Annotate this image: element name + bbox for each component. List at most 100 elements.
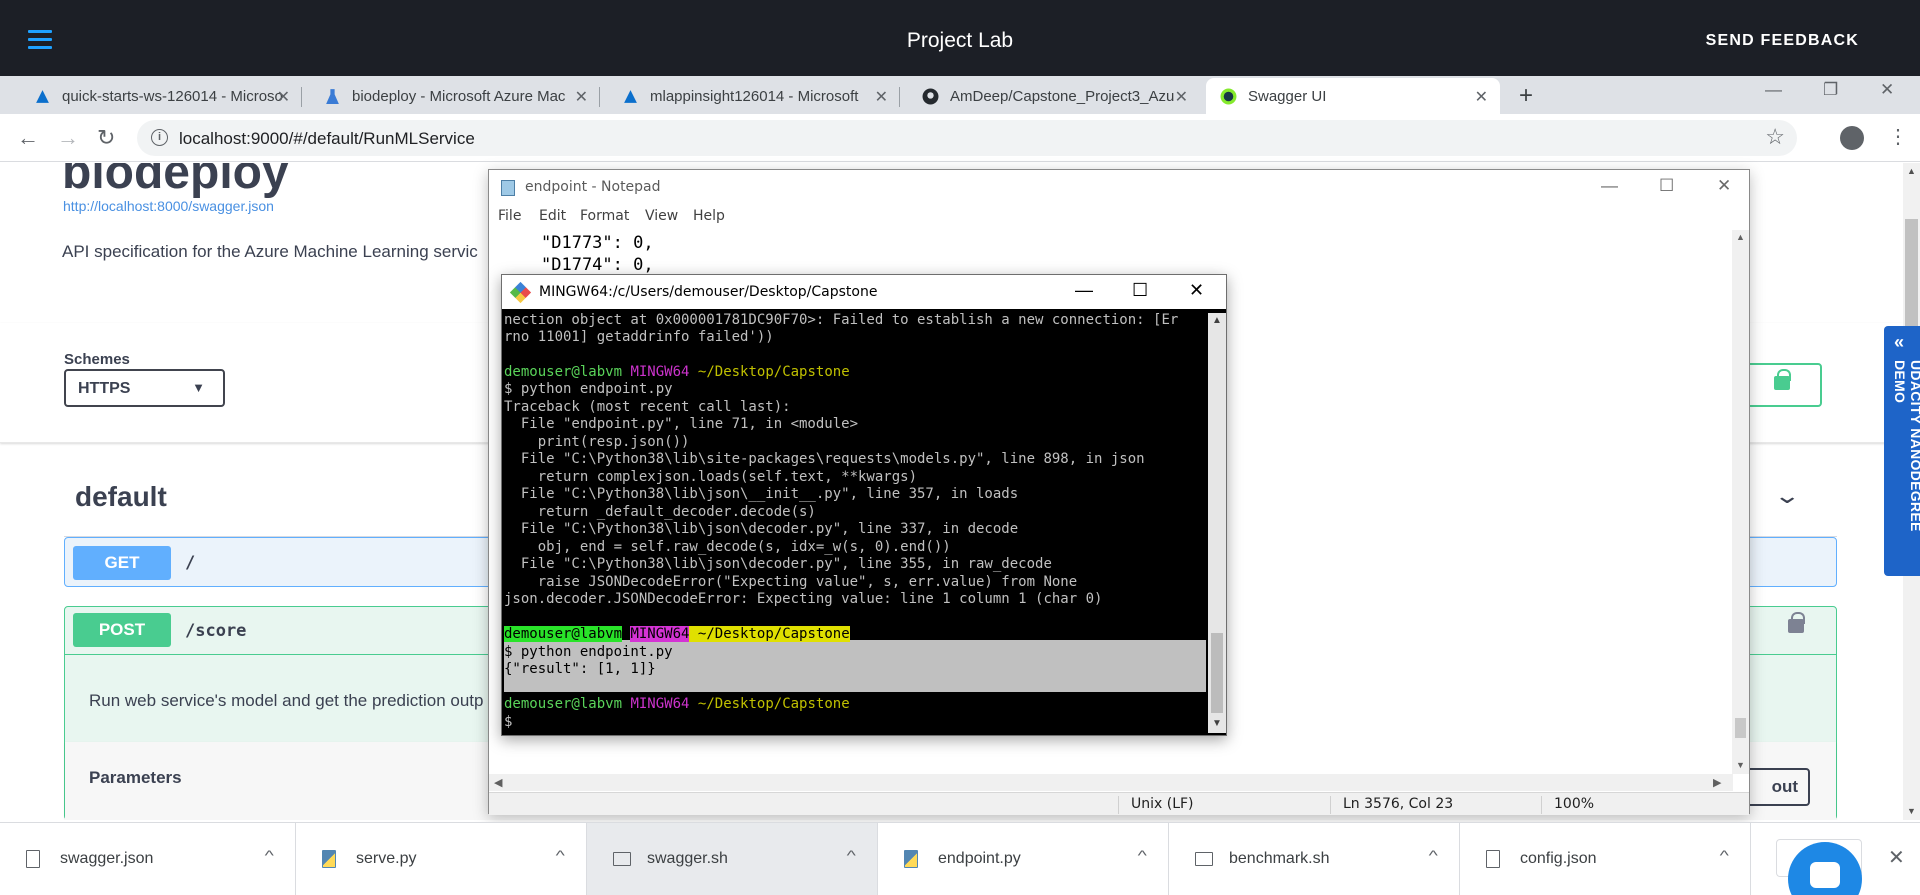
download-item-serve-py[interactable]: serve.py ^	[296, 823, 587, 895]
terminal-line: File "C:\Python38\lib\json\__init__.py",…	[504, 486, 1019, 502]
lock-icon[interactable]	[1788, 612, 1805, 633]
terminal-line: obj, end = self.raw_decode(s, idx=_w(s, …	[504, 539, 951, 555]
terminal-line: json.decoder.JSONDecodeError: Expecting …	[504, 591, 1103, 607]
download-item-benchmark-sh[interactable]: benchmark.sh ^	[1169, 823, 1460, 895]
menu-edit[interactable]: Edit	[539, 208, 566, 224]
swagger-json-link[interactable]: http://localhost:8000/swagger.json	[63, 198, 274, 214]
notepad-menubar: File Edit Format View Help	[489, 204, 1749, 230]
terminal-result: {"result": [1, 1]}	[504, 661, 656, 677]
github-icon	[922, 88, 939, 104]
back-arrow-icon[interactable]: ←	[17, 125, 39, 151]
window-title: MINGW64:/c/Users/demouser/Desktop/Capsto…	[539, 284, 878, 300]
close-icon[interactable]: ✕	[1175, 87, 1188, 107]
download-item-endpoint-py[interactable]: endpoint.py ^	[878, 823, 1169, 895]
scroll-right-arrow-icon[interactable]: ▶	[1713, 776, 1721, 789]
scroll-down-arrow-icon[interactable]: ▼	[1736, 760, 1745, 770]
close-icon[interactable]: ✕	[1880, 80, 1894, 100]
close-icon[interactable]: ✕	[575, 87, 588, 107]
close-icon[interactable]: ✕	[277, 87, 290, 107]
chevron-up-icon[interactable]: ^	[556, 847, 565, 863]
menu-file[interactable]: File	[498, 208, 521, 224]
close-icon[interactable]: ✕	[1888, 845, 1905, 870]
tab-quick-starts[interactable]: quick-starts-ws-126014 - Microso ✕	[20, 78, 302, 114]
terminal-command: $ python endpoint.py	[504, 644, 673, 660]
tab-swagger-ui[interactable]: Swagger UI ✕	[1206, 78, 1500, 114]
url-text[interactable]: localhost:9000/#/default/RunMLService	[179, 129, 475, 149]
minimize-icon[interactable]: —	[1765, 80, 1782, 100]
download-item-swagger-json[interactable]: swagger.json ^	[0, 823, 296, 895]
close-icon[interactable]: ✕	[1475, 87, 1488, 107]
menu-format[interactable]: Format	[580, 208, 629, 224]
bookmark-star-icon[interactable]: ☆	[1765, 124, 1785, 150]
tab-biodeploy[interactable]: biodeploy - Microsoft Azure Mac ✕	[310, 78, 600, 114]
terminal-prompt: demouser@labvm MINGW64 ~/Desktop/Capston…	[504, 696, 850, 712]
restore-icon[interactable]: ❐	[1823, 80, 1838, 100]
info-icon[interactable]: i	[151, 129, 168, 146]
maximize-icon[interactable]: ☐	[1132, 280, 1148, 301]
scroll-up-arrow-icon[interactable]: ▲	[1212, 315, 1222, 326]
reload-icon[interactable]: ↻	[97, 125, 115, 151]
text-line: "D1773": 0,	[541, 233, 654, 253]
send-feedback-button[interactable]: SEND FEEDBACK	[1706, 32, 1859, 50]
chevron-down-icon: ▼	[192, 380, 205, 395]
azure-ml-icon	[624, 89, 637, 103]
chevron-down-icon[interactable]: ⌄	[1773, 483, 1801, 509]
close-icon[interactable]: ✕	[1717, 176, 1731, 196]
downloads-shelf: swagger.json ^ serve.py ^ swagger.sh ^ e…	[0, 822, 1920, 895]
minimize-icon[interactable]: —	[1075, 280, 1093, 301]
close-icon[interactable]: ✕	[1189, 280, 1204, 301]
forward-arrow-icon[interactable]: →	[57, 125, 79, 151]
terminal-scrollbar[interactable]: ▲ ▼	[1208, 313, 1226, 733]
schemes-select[interactable]: HTTPS ▼	[64, 369, 225, 407]
api-title: biodeploy	[62, 163, 289, 199]
scrollbar-thumb[interactable]	[1735, 718, 1746, 738]
terminal-titlebar[interactable]: MINGW64:/c/Users/demouser/Desktop/Capsto…	[502, 275, 1226, 309]
tab-github-capstone[interactable]: AmDeep/Capstone_Project3_Azu ✕	[908, 78, 1200, 114]
menu-view[interactable]: View	[645, 208, 678, 224]
chevron-up-icon[interactable]: ^	[1720, 847, 1729, 863]
maximize-icon[interactable]: ☐	[1659, 176, 1674, 196]
notepad-horizontal-scrollbar[interactable]: ◀ ▶	[489, 774, 1733, 791]
script-file-icon	[613, 852, 631, 866]
scroll-left-arrow-icon[interactable]: ◀	[494, 776, 502, 789]
schemes-label: Schemes	[64, 351, 130, 368]
python-file-icon	[322, 850, 336, 868]
terminal-line: File "C:\Python38\lib\site-packages\requ…	[504, 451, 1145, 467]
chevron-up-icon[interactable]: ^	[1429, 847, 1438, 863]
download-item-swagger-sh[interactable]: swagger.sh ^	[587, 823, 878, 895]
minimize-icon[interactable]: —	[1601, 176, 1618, 196]
section-default-title[interactable]: default	[75, 481, 167, 513]
notepad-titlebar[interactable]: endpoint - Notepad — ☐ ✕	[489, 170, 1749, 204]
scroll-up-arrow-icon[interactable]: ▲	[1907, 166, 1916, 176]
method-badge-post: POST	[73, 613, 171, 647]
scroll-down-arrow-icon[interactable]: ▼	[1212, 718, 1222, 729]
chevron-up-icon[interactable]: ^	[847, 847, 856, 863]
tab-mlappinsight[interactable]: mlappinsight126014 - Microsoft ✕	[608, 78, 900, 114]
scroll-up-arrow-icon[interactable]: ▲	[1736, 232, 1745, 242]
terminal-output[interactable]: nection object at 0x000001781DC90F70>: F…	[504, 312, 1206, 733]
new-tab-button[interactable]: +	[1519, 82, 1533, 110]
menu-help[interactable]: Help	[693, 208, 725, 224]
chevron-up-icon[interactable]: ^	[1138, 847, 1147, 863]
operation-path: /score	[185, 621, 247, 641]
chevron-up-icon[interactable]: ^	[265, 847, 274, 863]
close-icon[interactable]: ✕	[875, 87, 888, 107]
more-vert-icon[interactable]: ⋮	[1888, 124, 1908, 149]
browser-tab-strip: quick-starts-ws-126014 - Microso ✕ biode…	[0, 76, 1920, 114]
operation-description: Run web service's model and get the pred…	[89, 691, 484, 710]
url-omnibox[interactable]: i localhost:9000/#/default/RunMLService …	[137, 120, 1797, 156]
terminal-line: File "endpoint.py", line 71, in <module>	[504, 416, 859, 432]
mingw-terminal-window[interactable]: MINGW64:/c/Users/demouser/Desktop/Capsto…	[501, 274, 1227, 736]
flask-icon	[326, 88, 339, 104]
scrollbar-thumb[interactable]	[1211, 633, 1223, 713]
address-bar: ← → ↻ i localhost:9000/#/default/RunMLSe…	[0, 114, 1920, 162]
profile-avatar-icon[interactable]	[1840, 126, 1864, 150]
app-header: Project Lab SEND FEEDBACK	[0, 0, 1920, 84]
scroll-down-arrow-icon[interactable]: ▼	[1907, 806, 1916, 816]
swagger-icon	[1220, 88, 1237, 104]
notepad-vertical-scrollbar[interactable]: ▲ ▼	[1732, 230, 1749, 774]
download-item-config-json[interactable]: config.json ^	[1460, 823, 1751, 895]
api-description: API specification for the Azure Machine …	[62, 242, 478, 261]
udacity-side-tab[interactable]: « UDACITY NANODEGREE DEMO	[1884, 326, 1920, 576]
file-icon	[26, 850, 40, 868]
